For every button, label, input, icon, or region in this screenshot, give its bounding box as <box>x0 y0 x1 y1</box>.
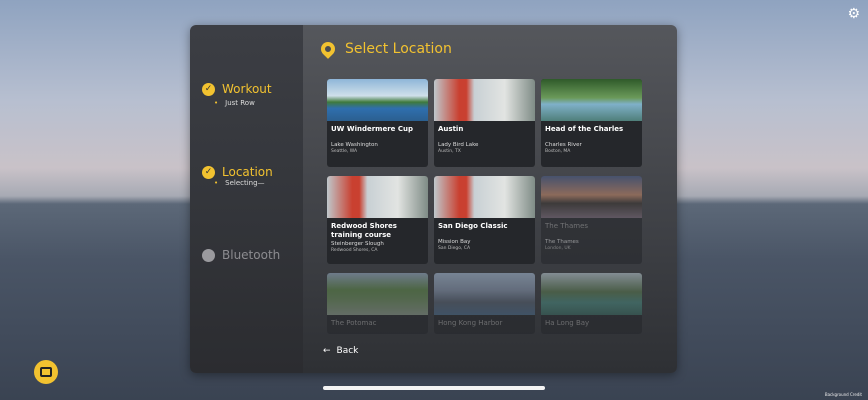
step-label: Workout <box>222 82 272 96</box>
location-photo <box>541 79 642 121</box>
location-name: Hong Kong Harbor <box>438 319 503 327</box>
step-label: Bluetooth <box>222 248 281 262</box>
location-name: Redwood Shores training course <box>331 222 397 239</box>
setup-steps-sidebar: ✓ Workout Just Row ✓ Location Selecting—… <box>190 25 303 373</box>
location-name: UW Windermere Cup <box>331 125 413 133</box>
step-workout-detail: Just Row <box>214 99 255 107</box>
location-card[interactable]: UW Windermere Cup Lake Washington Seattle… <box>327 79 428 167</box>
location-water: Lady Bird Lake <box>438 142 479 148</box>
location-city: Seattle, WA <box>331 149 358 154</box>
home-indicator[interactable] <box>323 386 545 390</box>
pending-circle-icon <box>202 248 215 262</box>
location-photo <box>327 176 428 218</box>
location-card[interactable]: The Potomac <box>327 273 428 334</box>
back-button[interactable]: ← Back <box>323 346 358 356</box>
location-name: The Potomac <box>331 319 377 327</box>
setup-panel: ✓ Workout Just Row ✓ Location Selecting—… <box>190 25 677 373</box>
location-photo <box>541 273 642 315</box>
settings-gear-icon[interactable]: ⚙ <box>847 6 860 22</box>
location-water: Mission Bay <box>438 239 471 245</box>
location-card[interactable]: San Diego Classic Mission Bay San Diego, … <box>434 176 535 264</box>
location-name: The Thames <box>545 222 589 230</box>
location-name: Austin <box>438 125 464 133</box>
location-water: Charles River <box>545 142 582 148</box>
location-city: Austin, TX <box>438 149 461 154</box>
location-photo <box>327 273 428 315</box>
back-label: Back <box>336 346 359 356</box>
step-bluetooth: Bluetooth <box>202 248 280 262</box>
step-workout[interactable]: ✓ Workout <box>202 82 272 96</box>
location-card[interactable]: Ha Long Bay <box>541 273 642 334</box>
step-location[interactable]: ✓ Location <box>202 165 273 179</box>
location-card[interactable]: Hong Kong Harbor <box>434 273 535 334</box>
step-location-detail: Selecting— <box>214 179 264 187</box>
location-photo <box>541 176 642 218</box>
location-photo <box>434 273 535 315</box>
location-name: Head of the Charles <box>545 125 624 133</box>
screen-mirror-button[interactable] <box>34 360 58 384</box>
location-name: Ha Long Bay <box>545 319 590 327</box>
location-card[interactable]: Redwood Shores training course Steinberge… <box>327 176 428 264</box>
location-selector: Select Location UW Windermere Cup Lake Wa… <box>303 25 677 373</box>
location-grid: UW Windermere Cup Lake Washington Seattle… <box>327 79 642 334</box>
location-city: San Diego, CA <box>438 246 471 251</box>
location-card[interactable]: Head of the Charles Charles River Boston,… <box>541 79 642 167</box>
background-credit: Background Credit <box>824 392 862 397</box>
location-card[interactable]: Austin Lady Bird Lake Austin, TX <box>434 79 535 167</box>
arrow-left-icon: ← <box>323 346 331 356</box>
location-name: San Diego Classic <box>438 222 508 230</box>
location-photo <box>434 79 535 121</box>
check-icon: ✓ <box>202 82 215 96</box>
location-city: Boston, MA <box>545 149 571 154</box>
location-photo <box>327 79 428 121</box>
location-photo <box>434 176 535 218</box>
location-city: London, UK <box>545 246 571 251</box>
screen-icon <box>40 367 52 377</box>
location-city: Redwood Shores, CA <box>331 248 378 253</box>
location-pin-icon <box>318 39 338 59</box>
location-water: Steinberger Slough <box>331 241 384 247</box>
location-card[interactable]: The Thames The Thames London, UK <box>541 176 642 264</box>
title-text: Select Location <box>345 41 452 57</box>
check-icon: ✓ <box>202 165 215 179</box>
location-water: The Thames <box>545 239 579 245</box>
step-label: Location <box>222 165 273 179</box>
location-water: Lake Washington <box>331 142 378 148</box>
page-title: Select Location <box>318 39 452 59</box>
